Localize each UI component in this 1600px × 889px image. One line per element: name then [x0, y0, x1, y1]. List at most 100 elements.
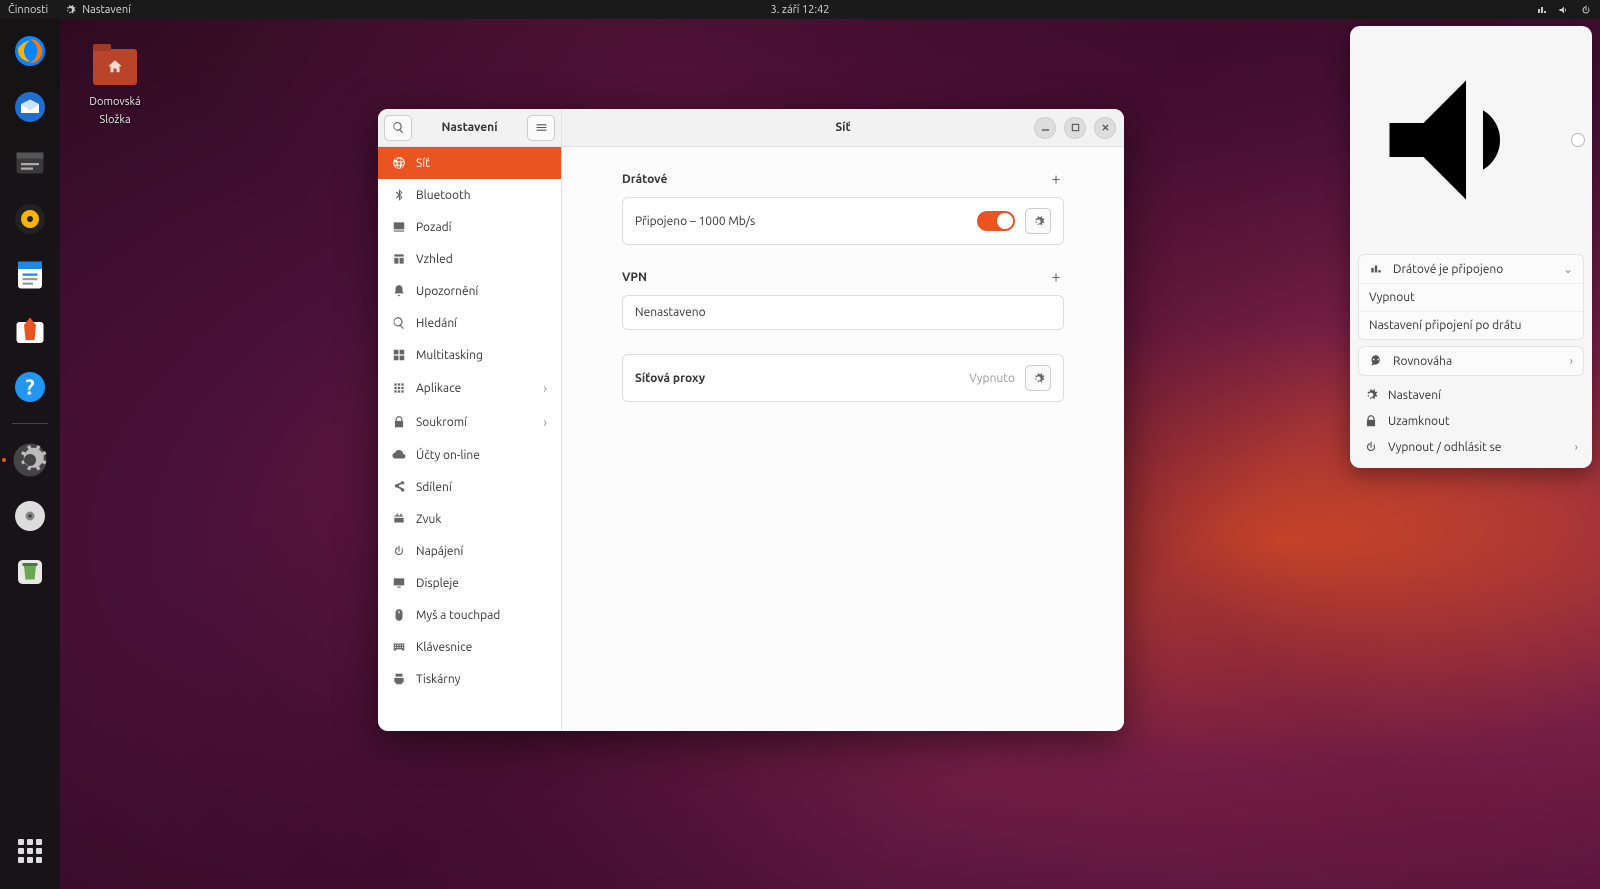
wired-settings-row[interactable]: Nastavení připojení po drátu: [1359, 311, 1583, 339]
keyboard-icon: [392, 640, 406, 654]
chevron-down-icon: ⌄: [1563, 262, 1573, 276]
wired-group: Drátové je připojeno ⌄ Vypnout Nastavení…: [1358, 254, 1584, 340]
volume-row: [1350, 34, 1592, 252]
show-apps-button[interactable]: [10, 831, 50, 871]
sidebar-item-printer[interactable]: Tiskárny: [378, 663, 561, 695]
sidebar-item-mouse[interactable]: Myš a touchpad: [378, 599, 561, 631]
sidebar-item-label: Účty on-line: [416, 449, 480, 462]
sidebar-item-label: Upozornění: [416, 285, 478, 298]
gear-icon: [1032, 215, 1045, 228]
sidebar-item-search[interactable]: Hledání: [378, 307, 561, 339]
wired-settings-label: Nastavení připojení po drátu: [1369, 319, 1521, 332]
power-tray-icon: [1580, 4, 1592, 16]
dock-help[interactable]: ?: [10, 367, 50, 407]
top-bar: Činnosti Nastavení 3. září 12:42: [0, 0, 1600, 19]
sidebar-item-label: Aplikace: [416, 382, 461, 395]
sidebar-item-appearance[interactable]: Vzhled: [378, 243, 561, 275]
home-folder-icon[interactable]: Domovská Složka: [75, 49, 155, 127]
sidebar-item-bell[interactable]: Upozornění: [378, 275, 561, 307]
dock-thunderbird[interactable]: [10, 87, 50, 127]
dock-settings[interactable]: [10, 440, 50, 480]
close-button[interactable]: [1094, 117, 1116, 139]
balance-icon: [1369, 354, 1383, 368]
wired-settings-button[interactable]: [1025, 208, 1051, 234]
sidebar-item-label: Myš a touchpad: [416, 609, 500, 622]
chevron-right-icon: ›: [1570, 355, 1573, 368]
dock-writer[interactable]: [10, 255, 50, 295]
settings-content: Síť Drátové + Připojeno – 1000 Mb/s: [562, 109, 1124, 731]
wired-header-row[interactable]: Drátové je připojeno ⌄: [1359, 255, 1583, 283]
sidebar-item-label: Napájení: [416, 545, 463, 558]
sidebar-item-bluetooth[interactable]: Bluetooth: [378, 179, 561, 211]
software-icon: [12, 313, 48, 349]
dock-trash[interactable]: [10, 552, 50, 592]
wired-header-label: Drátové je připojeno: [1393, 263, 1503, 276]
power-row[interactable]: Vypnout / odhlásit se ›: [1350, 434, 1592, 460]
sidebar-item-desktop[interactable]: Pozadí: [378, 211, 561, 243]
wired-connection-row: Připojeno – 1000 Mb/s: [622, 197, 1064, 245]
sidebar-item-multitask[interactable]: Multitasking: [378, 339, 561, 371]
bluetooth-icon: [392, 188, 406, 202]
lock-label: Uzamknout: [1388, 415, 1450, 428]
writer-icon: [12, 257, 48, 293]
lock-row[interactable]: Uzamknout: [1350, 408, 1592, 434]
app-menu[interactable]: Nastavení: [64, 4, 131, 16]
sidebar-item-keyboard[interactable]: Klávesnice: [378, 631, 561, 663]
help-icon: ?: [12, 369, 48, 405]
add-vpn-button[interactable]: +: [1048, 269, 1064, 285]
wired-toggle[interactable]: [977, 211, 1015, 231]
files-icon: [12, 145, 48, 181]
bell-icon: [392, 284, 406, 298]
globe-icon: [392, 156, 406, 170]
system-tray[interactable]: [1536, 4, 1592, 16]
network-tray-icon: [1536, 4, 1548, 16]
balance-group: Rovnováha ›: [1358, 346, 1584, 376]
balance-row[interactable]: Rovnováha ›: [1359, 347, 1583, 375]
power-label: Vypnout / odhlásit se: [1388, 441, 1501, 454]
display-icon: [392, 576, 406, 590]
dock-disc[interactable]: [10, 496, 50, 536]
apps-grid-icon: [18, 839, 42, 863]
sidebar-item-sound[interactable]: Zvuk: [378, 503, 561, 535]
sidebar-item-label: Vzhled: [416, 253, 453, 266]
sidebar-item-power[interactable]: Napájení: [378, 535, 561, 567]
activities-button[interactable]: Činnosti: [8, 4, 48, 16]
sidebar-title: Nastavení: [418, 121, 521, 134]
desktop-icon: [392, 220, 406, 234]
lock-icon: [1364, 414, 1378, 428]
hamburger-button[interactable]: [527, 115, 555, 141]
sidebar-item-globe[interactable]: Síť: [378, 147, 561, 179]
clock[interactable]: 3. září 12:42: [770, 4, 829, 16]
sidebar-item-apps[interactable]: Aplikace›: [378, 371, 561, 405]
sidebar-item-cloud[interactable]: Účty on-line: [378, 439, 561, 471]
gear-icon: [1032, 372, 1045, 385]
lock-icon: [392, 415, 406, 429]
sidebar-item-label: Tiskárny: [416, 673, 460, 686]
quick-settings-row[interactable]: Nastavení: [1350, 382, 1592, 408]
printer-icon: [392, 672, 406, 686]
proxy-status: Vypnuto: [969, 372, 1015, 385]
wired-off-row[interactable]: Vypnout: [1359, 283, 1583, 311]
sidebar-item-label: Zvuk: [416, 513, 441, 526]
network-icon: [1369, 262, 1383, 276]
minimize-button[interactable]: [1034, 117, 1056, 139]
power-icon: [392, 544, 406, 558]
cloud-icon: [392, 448, 406, 462]
wired-off-label: Vypnout: [1369, 291, 1415, 304]
maximize-button[interactable]: [1064, 117, 1086, 139]
mouse-icon: [392, 608, 406, 622]
vpn-heading: VPN: [622, 271, 647, 284]
search-button[interactable]: [384, 115, 412, 141]
dock-rhythmbox[interactable]: [10, 199, 50, 239]
sidebar-item-lock[interactable]: Soukromí›: [378, 405, 561, 439]
sidebar-item-display[interactable]: Displeje: [378, 567, 561, 599]
add-wired-button[interactable]: +: [1048, 171, 1064, 187]
dock-firefox[interactable]: [10, 31, 50, 71]
sidebar-item-label: Hledání: [416, 317, 457, 330]
dock-files[interactable]: [10, 143, 50, 183]
settings-window: Nastavení SíťBluetoothPozadí Vzhled Upozor…: [378, 109, 1124, 731]
dock-software[interactable]: [10, 311, 50, 351]
search-icon: [392, 316, 406, 330]
sidebar-item-share[interactable]: Sdílení: [378, 471, 561, 503]
proxy-settings-button[interactable]: [1025, 365, 1051, 391]
